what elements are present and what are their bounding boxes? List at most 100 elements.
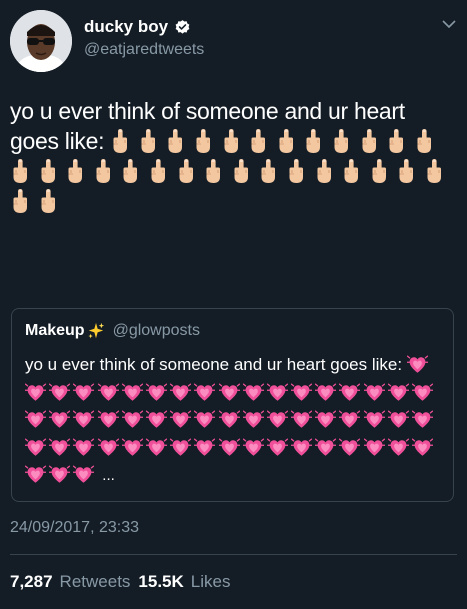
- beating-heart-emoji: [193, 383, 216, 401]
- beating-heart-emoji: [48, 438, 71, 456]
- beating-heart-emoji: [387, 383, 410, 401]
- beating-heart-emoji: [169, 438, 192, 456]
- retweets-label[interactable]: Retweets: [60, 572, 131, 592]
- middle-finger-emoji: [13, 189, 27, 213]
- beating-heart-emoji: [169, 383, 192, 401]
- beating-heart-emoji: [338, 410, 362, 428]
- beating-heart-emoji: [338, 383, 362, 401]
- beating-heart-emoji: [242, 383, 265, 401]
- beating-heart-emoji: [314, 438, 337, 456]
- beating-heart-emoji: [48, 465, 71, 483]
- beating-heart-emoji: [145, 410, 168, 428]
- middle-finger-emoji: [196, 129, 211, 153]
- beating-heart-emoji: [266, 410, 289, 428]
- beating-heart-emoji: [24, 465, 47, 483]
- beating-heart-emoji: [363, 438, 386, 456]
- middle-finger-emoji: [13, 159, 27, 183]
- middle-finger-emoji: [427, 159, 441, 183]
- middle-finger-emoji: [261, 159, 276, 183]
- beating-heart-emoji: [96, 383, 120, 401]
- beating-heart-emoji: [145, 438, 168, 456]
- quoted-tweet-header: Makeup @glowposts: [25, 322, 200, 340]
- middle-finger-emoji: [399, 159, 414, 183]
- beating-heart-emoji: [96, 438, 120, 456]
- beating-heart-emoji: [387, 438, 410, 456]
- tweet-stats: 7,287 Retweets 15.5K Likes: [10, 572, 231, 592]
- beating-heart-emoji: [48, 383, 71, 401]
- beating-heart-emoji: [24, 383, 47, 401]
- beating-heart-emoji: [121, 410, 144, 428]
- middle-finger-emoji: [389, 129, 404, 153]
- middle-finger-emoji: [251, 129, 266, 153]
- beating-heart-emoji: [387, 410, 410, 428]
- tweet-header: ducky boy @eatjaredtweets: [0, 0, 467, 80]
- middle-finger-emoji: [234, 159, 248, 183]
- beating-heart-emoji: [242, 438, 265, 456]
- beating-heart-emoji: [411, 438, 434, 456]
- divider: [10, 554, 457, 555]
- quoted-tweet[interactable]: Makeup @glowposts yo u ever think of som…: [11, 308, 454, 502]
- author-handle[interactable]: @eatjaredtweets: [84, 41, 204, 59]
- beating-heart-emoji: [121, 438, 144, 456]
- middle-finger-emoji: [123, 159, 138, 183]
- beating-heart-emoji: [290, 438, 313, 456]
- middle-finger-emoji: [179, 159, 193, 183]
- beating-heart-emoji: [24, 438, 47, 456]
- beating-heart-emoji: [217, 383, 241, 401]
- middle-finger-emoji: [306, 129, 321, 153]
- beating-heart-emoji: [411, 410, 434, 428]
- beating-heart-emoji: [290, 410, 313, 428]
- middle-finger-emoji: [168, 129, 183, 153]
- quoted-tweet-text: yo u ever think of someone and ur heart …: [25, 355, 403, 374]
- beating-heart-emoji: [193, 410, 216, 428]
- quoted-author-handle: @glowposts: [112, 322, 200, 339]
- beating-heart-emoji: [290, 383, 313, 401]
- chevron-down-icon[interactable]: [441, 16, 457, 32]
- beating-heart-emoji: [314, 383, 337, 401]
- beating-heart-emoji: [72, 465, 95, 483]
- avatar[interactable]: [10, 10, 72, 72]
- middle-finger-emoji: [41, 189, 55, 213]
- sparkles-icon: [87, 322, 104, 339]
- middle-finger-emoji: [224, 129, 238, 153]
- beating-heart-emoji: [145, 383, 168, 401]
- middle-finger-emoji: [96, 159, 110, 183]
- tweet-body: yo u ever think of someone and ur heart …: [10, 96, 457, 216]
- middle-finger-emoji: [206, 159, 221, 183]
- beating-heart-emoji: [406, 355, 429, 373]
- beating-heart-emoji: [217, 438, 241, 456]
- quoted-author-name: Makeup: [25, 322, 85, 339]
- beating-heart-emoji: [266, 383, 289, 401]
- beating-heart-emoji-run: [24, 355, 436, 484]
- likes-count[interactable]: 15.5K: [138, 572, 183, 592]
- beating-heart-emoji: [72, 438, 95, 456]
- beating-heart-emoji: [363, 410, 386, 428]
- middle-finger-emoji: [317, 159, 331, 183]
- quoted-tweet-body: yo u ever think of someone and ur heart …: [24, 351, 445, 490]
- middle-finger-emoji: [113, 129, 128, 153]
- beating-heart-emoji: [193, 438, 216, 456]
- beating-heart-emoji: [338, 438, 362, 456]
- middle-finger-emoji: [417, 129, 431, 153]
- middle-finger-emoji: [334, 129, 349, 153]
- middle-finger-emoji: [68, 159, 83, 183]
- middle-finger-emoji: [141, 129, 155, 153]
- likes-label[interactable]: Likes: [191, 572, 231, 592]
- middle-finger-emoji: [289, 159, 303, 183]
- middle-finger-emoji: [279, 129, 293, 153]
- author-name[interactable]: ducky boy: [84, 17, 191, 37]
- middle-finger-emoji: [344, 159, 359, 183]
- beating-heart-emoji: [121, 383, 144, 401]
- author-display-name[interactable]: ducky boy: [84, 17, 168, 37]
- middle-finger-emoji: [362, 129, 376, 153]
- middle-finger-emoji: [372, 159, 386, 183]
- tweet-timestamp[interactable]: 24/09/2017, 23:33: [10, 519, 139, 537]
- beating-heart-emoji: [314, 410, 337, 428]
- beating-heart-emoji: [242, 410, 265, 428]
- beating-heart-emoji: [72, 410, 95, 428]
- retweets-count[interactable]: 7,287: [10, 572, 53, 592]
- beating-heart-emoji: [24, 410, 47, 428]
- beating-heart-emoji: [169, 410, 192, 428]
- beating-heart-emoji: [96, 410, 120, 428]
- beating-heart-emoji: [217, 410, 241, 428]
